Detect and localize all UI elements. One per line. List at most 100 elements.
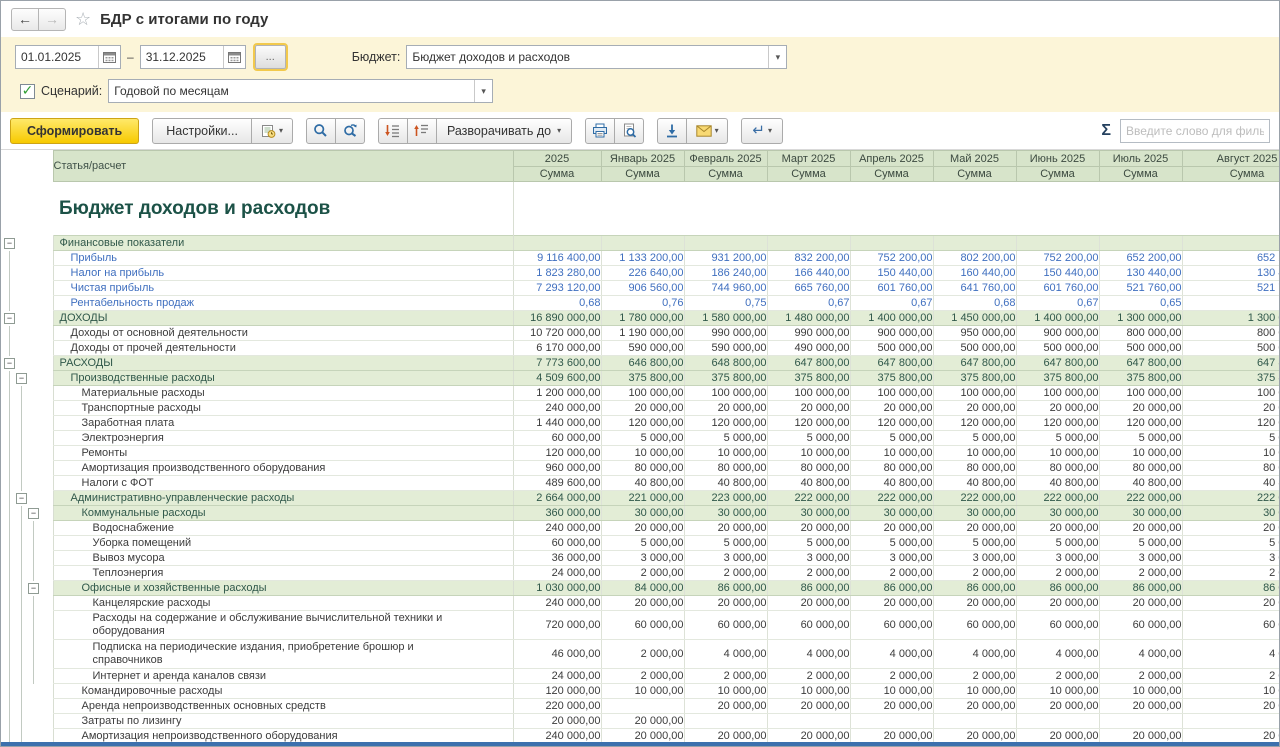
- amount-cell[interactable]: [684, 714, 767, 729]
- amount-cell[interactable]: 40 800,00: [1016, 476, 1099, 491]
- amount-cell[interactable]: 500 000,00: [933, 341, 1016, 356]
- amount-cell[interactable]: 3 000,00: [601, 551, 684, 566]
- amount-cell[interactable]: 80 000,00: [1016, 461, 1099, 476]
- amount-cell[interactable]: 10 000,00: [1099, 684, 1182, 699]
- amount-cell[interactable]: 752 200,00: [1016, 251, 1099, 266]
- date-from-input[interactable]: [16, 46, 98, 68]
- amount-cell[interactable]: 2 000,00: [601, 669, 684, 684]
- amount-cell[interactable]: 30 000,00: [850, 506, 933, 521]
- row-label-cell[interactable]: Расходы на содержание и обслуживание выч…: [53, 611, 513, 640]
- amount-cell[interactable]: 20 000,00: [1016, 521, 1099, 536]
- column-header[interactable]: Февраль 2025: [684, 151, 767, 167]
- amount-cell[interactable]: 2 000,00: [933, 566, 1016, 581]
- row-label-cell[interactable]: Рентабельность продаж: [53, 296, 513, 311]
- row-label-cell[interactable]: Аренда непроизводственных основных средс…: [53, 699, 513, 714]
- row-label-cell[interactable]: Уборка помещений: [53, 536, 513, 551]
- amount-cell[interactable]: 4 000,00: [1016, 640, 1099, 669]
- amount-cell[interactable]: 500 000,00: [1099, 341, 1182, 356]
- collapse-expander-icon[interactable]: −: [28, 508, 39, 519]
- amount-cell[interactable]: 120 000,00: [767, 416, 850, 431]
- row-label-cell[interactable]: Производственные расходы: [53, 371, 513, 386]
- amount-cell[interactable]: 652 200,00: [1099, 251, 1182, 266]
- amount-cell[interactable]: 1 780 000,00: [601, 311, 684, 326]
- amount-cell[interactable]: 2 000,00: [767, 566, 850, 581]
- amount-cell[interactable]: 2 000,00: [850, 669, 933, 684]
- amount-cell[interactable]: 601 760,00: [1016, 281, 1099, 296]
- amount-cell[interactable]: 2 000,00: [684, 566, 767, 581]
- row-label-cell[interactable]: Материальные расходы: [53, 386, 513, 401]
- amount-cell[interactable]: 20 000,00: [1182, 596, 1279, 611]
- amount-cell[interactable]: 489 600,00: [513, 476, 601, 491]
- amount-cell[interactable]: 86 000,00: [1099, 581, 1182, 596]
- row-label-cell[interactable]: Теплоэнергия: [53, 566, 513, 581]
- amount-cell[interactable]: [601, 236, 684, 251]
- amount-cell[interactable]: 20 000,00: [1182, 729, 1279, 743]
- amount-cell[interactable]: 40 800,00: [601, 476, 684, 491]
- amount-cell[interactable]: 0,65: [1182, 296, 1279, 311]
- amount-cell[interactable]: 7 773 600,00: [513, 356, 601, 371]
- amount-cell[interactable]: 832 200,00: [767, 251, 850, 266]
- amount-cell[interactable]: 10 000,00: [1182, 446, 1279, 461]
- row-label-cell[interactable]: Амортизация непроизводственного оборудов…: [53, 729, 513, 743]
- amount-cell[interactable]: 5 000,00: [684, 536, 767, 551]
- amount-cell[interactable]: [933, 236, 1016, 251]
- amount-cell[interactable]: 2 000,00: [933, 669, 1016, 684]
- send-mail-button[interactable]: ▾: [686, 118, 728, 144]
- amount-cell[interactable]: 20 000,00: [684, 521, 767, 536]
- amount-cell[interactable]: 222 000,00: [1099, 491, 1182, 506]
- amount-cell[interactable]: 5 000,00: [933, 536, 1016, 551]
- column-header[interactable]: Январь 2025: [601, 151, 684, 167]
- collapse-expander-icon[interactable]: −: [16, 493, 27, 504]
- back-button[interactable]: ←: [11, 8, 39, 31]
- amount-cell[interactable]: 3 000,00: [1182, 551, 1279, 566]
- amount-cell[interactable]: 647 800,00: [1016, 356, 1099, 371]
- amount-cell[interactable]: 4 000,00: [1182, 640, 1279, 669]
- amount-cell[interactable]: 100 000,00: [1016, 386, 1099, 401]
- amount-cell[interactable]: 0,75: [684, 296, 767, 311]
- amount-cell[interactable]: 120 000,00: [1016, 416, 1099, 431]
- column-header[interactable]: 2025: [513, 151, 601, 167]
- amount-cell[interactable]: 1 400 000,00: [1016, 311, 1099, 326]
- amount-cell[interactable]: 60 000,00: [1099, 611, 1182, 640]
- amount-cell[interactable]: 0,65: [1099, 296, 1182, 311]
- amount-cell[interactable]: 80 000,00: [767, 461, 850, 476]
- row-label-cell[interactable]: Ремонты: [53, 446, 513, 461]
- amount-subheader[interactable]: Сумма: [513, 167, 601, 182]
- amount-cell[interactable]: 641 760,00: [933, 281, 1016, 296]
- amount-cell[interactable]: 80 000,00: [933, 461, 1016, 476]
- amount-cell[interactable]: 86 000,00: [1182, 581, 1279, 596]
- row-label-cell[interactable]: Командировочные расходы: [53, 684, 513, 699]
- amount-cell[interactable]: 100 000,00: [684, 386, 767, 401]
- row-label-cell[interactable]: ДОХОДЫ: [53, 311, 513, 326]
- amount-cell[interactable]: [933, 714, 1016, 729]
- amount-cell[interactable]: 20 000,00: [684, 401, 767, 416]
- amount-cell[interactable]: 20 000,00: [1182, 521, 1279, 536]
- amount-cell[interactable]: 5 000,00: [601, 536, 684, 551]
- amount-cell[interactable]: 7 293 120,00: [513, 281, 601, 296]
- amount-cell[interactable]: 1 300 000,00: [1182, 311, 1279, 326]
- amount-cell[interactable]: 590 000,00: [684, 341, 767, 356]
- row-label-cell[interactable]: Подписка на периодические издания, приоб…: [53, 640, 513, 669]
- amount-cell[interactable]: 120 000,00: [850, 416, 933, 431]
- amount-cell[interactable]: 86 000,00: [767, 581, 850, 596]
- print-button[interactable]: [585, 118, 615, 144]
- amount-cell[interactable]: 6 170 000,00: [513, 341, 601, 356]
- collapse-expander-icon[interactable]: −: [4, 238, 15, 249]
- amount-cell[interactable]: 3 000,00: [684, 551, 767, 566]
- amount-cell[interactable]: 490 000,00: [767, 341, 850, 356]
- amount-cell[interactable]: 80 000,00: [1182, 461, 1279, 476]
- forward-button[interactable]: →: [38, 8, 66, 31]
- amount-cell[interactable]: 20 000,00: [1099, 729, 1182, 743]
- amount-cell[interactable]: [601, 699, 684, 714]
- row-label-cell[interactable]: Канцелярские расходы: [53, 596, 513, 611]
- amount-cell[interactable]: 0,67: [850, 296, 933, 311]
- amount-cell[interactable]: 60 000,00: [933, 611, 1016, 640]
- amount-cell[interactable]: 221 000,00: [601, 491, 684, 506]
- amount-cell[interactable]: 20 000,00: [933, 729, 1016, 743]
- row-label-cell[interactable]: Чистая прибыль: [53, 281, 513, 296]
- amount-cell[interactable]: 36 000,00: [513, 551, 601, 566]
- amount-cell[interactable]: 5 000,00: [767, 431, 850, 446]
- amount-cell[interactable]: 20 000,00: [1182, 401, 1279, 416]
- budget-input[interactable]: [407, 46, 768, 68]
- amount-cell[interactable]: 5 000,00: [933, 431, 1016, 446]
